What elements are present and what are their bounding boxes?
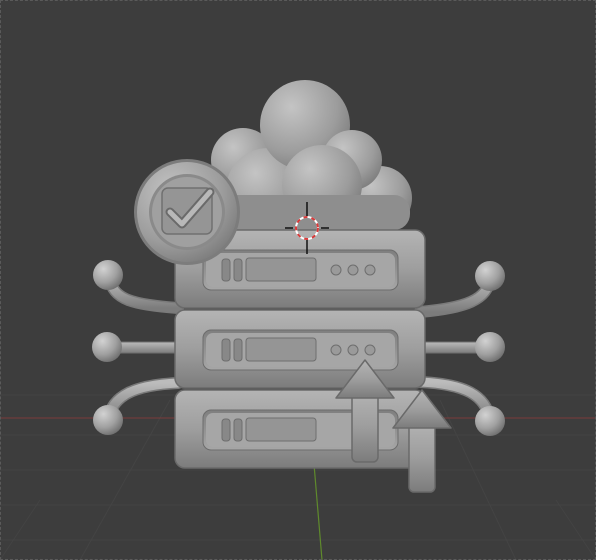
check-badge[interactable] (134, 159, 240, 265)
node-ball (92, 332, 122, 362)
node-ball (475, 332, 505, 362)
node-ball (93, 405, 123, 435)
viewport-canvas[interactable] (0, 0, 596, 560)
node-ball (93, 260, 123, 290)
server-rack[interactable] (174, 229, 426, 469)
3d-viewport[interactable] (0, 0, 596, 560)
server-unit-bottom[interactable] (174, 389, 426, 469)
node-ball (475, 406, 505, 436)
server-unit-middle[interactable] (174, 309, 426, 389)
node-ball (475, 261, 505, 291)
